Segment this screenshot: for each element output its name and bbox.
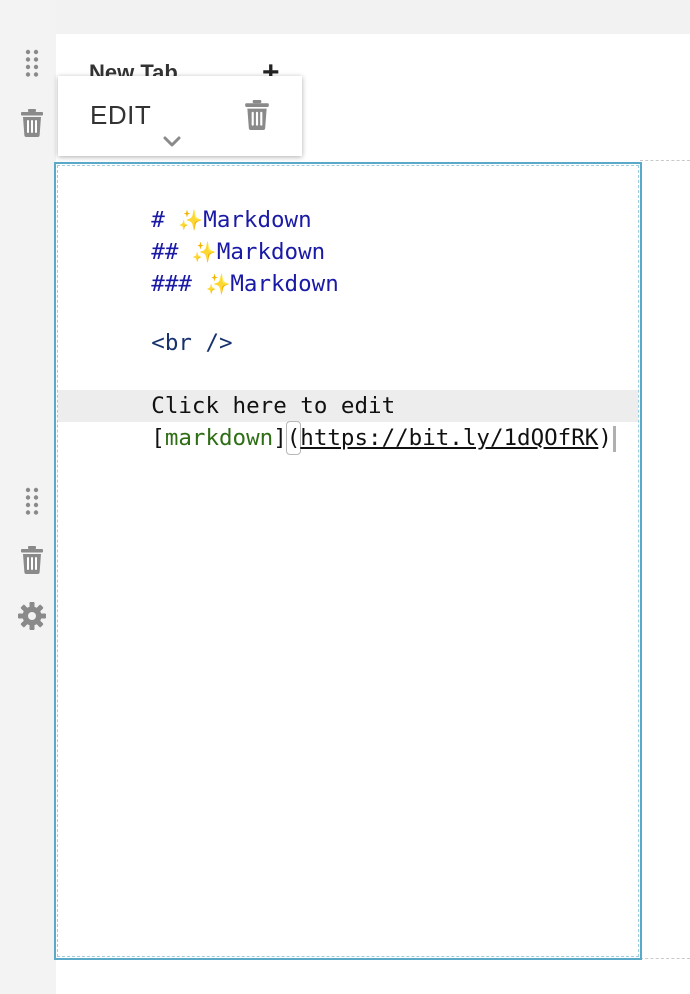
sparkle-icon: ✨	[178, 208, 204, 232]
link-text: markdown	[164, 425, 274, 451]
trash-icon[interactable]	[18, 108, 46, 138]
drag-handle-icon[interactable]	[18, 486, 46, 516]
link-paren: (	[285, 421, 302, 455]
heading-text: Markdown	[203, 207, 312, 233]
link-url[interactable]: https://bit.ly/1dQOfRK	[300, 425, 598, 451]
canvas: New Tab + EDIT # ✨Markdown ## ✨Markdown …	[0, 0, 690, 994]
edit-button[interactable]: EDIT	[90, 100, 151, 131]
link-paren: )	[598, 425, 612, 451]
heading-marker: ###	[151, 271, 206, 297]
text-cursor	[612, 425, 616, 452]
heading-marker: #	[151, 207, 179, 233]
tag-bracket: />	[191, 330, 233, 356]
divider	[640, 958, 690, 959]
heading-text: Markdown	[230, 271, 339, 297]
tag-name: br	[164, 330, 192, 356]
trash-icon[interactable]	[244, 100, 270, 130]
link-bracket: [	[151, 425, 165, 451]
editor-line-paragraph: Click here to edit	[70, 358, 636, 419]
tag-bracket: <	[151, 330, 165, 356]
edit-toolbar: EDIT	[58, 76, 302, 156]
chevron-down-icon[interactable]	[162, 134, 182, 150]
heading-marker: ##	[151, 239, 192, 265]
gear-icon[interactable]	[18, 601, 46, 631]
markdown-editor[interactable]: # ✨Markdown ## ✨Markdown ### ✨Markdown <…	[70, 172, 636, 455]
drag-handle-icon[interactable]	[18, 48, 46, 78]
heading-text: Markdown	[216, 239, 326, 265]
divider	[640, 160, 690, 161]
trash-icon[interactable]	[18, 545, 46, 575]
paragraph-text: Click here to edit	[151, 393, 396, 419]
sparkle-icon: ✨	[205, 272, 231, 296]
sparkle-icon: ✨	[191, 240, 217, 264]
link-bracket: ]	[273, 425, 287, 451]
editor-line-h1: # ✨Markdown	[70, 172, 636, 233]
